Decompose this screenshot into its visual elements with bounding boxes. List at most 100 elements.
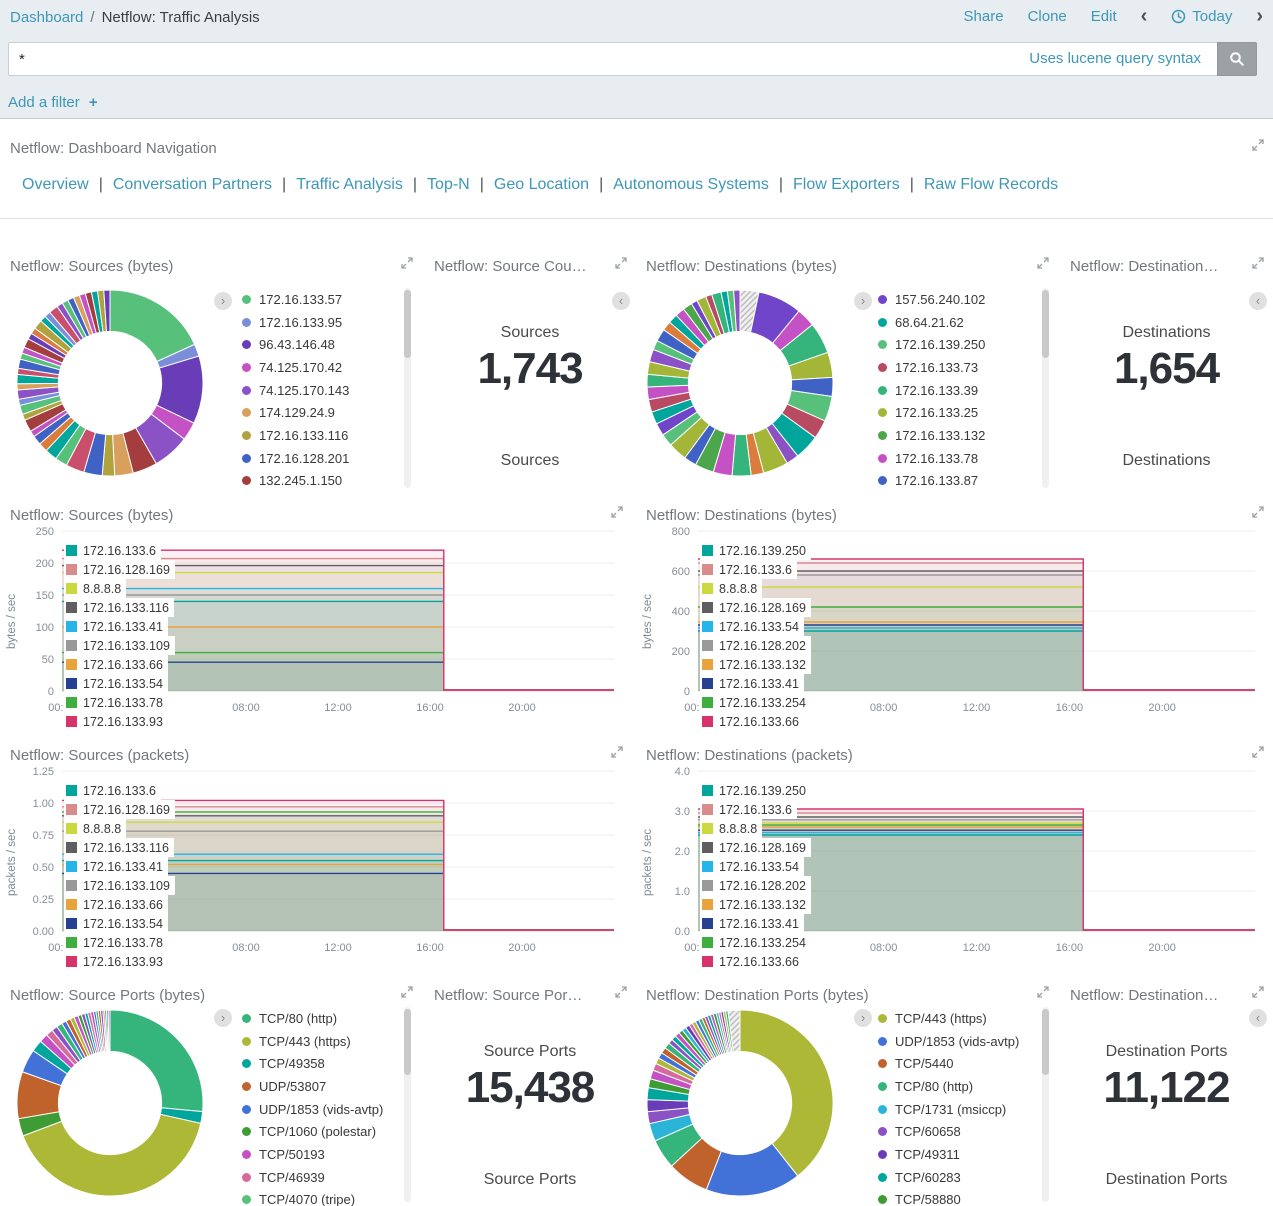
sources-bytes-donut-chart[interactable] (15, 288, 205, 478)
legend-item[interactable]: 172.16.133.87 (878, 470, 985, 493)
lucene-hint-link[interactable]: Uses lucene query syntax (1029, 50, 1201, 67)
destination-ports-donut-chart[interactable] (645, 1008, 835, 1198)
legend-chevron-icon[interactable]: › (214, 292, 232, 310)
legend-item[interactable]: 172.16.133.254 (700, 933, 811, 952)
legend-item[interactable]: 172.16.133.116 (242, 424, 349, 447)
legend-item[interactable]: 172.16.128.169 (64, 560, 175, 579)
legend-item[interactable]: 172.16.133.54 (700, 617, 804, 636)
legend-item[interactable]: 172.16.133.66 (64, 655, 168, 674)
legend-item[interactable]: 172.16.133.66 (700, 952, 804, 971)
legend-scrollbar[interactable] (404, 288, 411, 488)
expand-icon[interactable] (615, 257, 627, 269)
legend-scrollbar[interactable] (1042, 288, 1049, 488)
legend-chevron-icon[interactable]: ‹ (1249, 292, 1267, 310)
legend-item[interactable]: 172.16.128.202 (700, 636, 811, 655)
legend-item[interactable]: TCP/4070 (tripe) (242, 1189, 383, 1206)
legend-item[interactable]: 172.16.133.66 (700, 712, 804, 731)
legend-item[interactable]: 172.16.133.25 (878, 401, 985, 424)
legend-item[interactable]: 172.16.133.6 (64, 541, 161, 560)
legend-item[interactable]: 172.16.139.250 (700, 541, 811, 560)
nav-link-autonomous-systems[interactable]: Autonomous Systems (613, 176, 769, 193)
nav-link-traffic-analysis[interactable]: Traffic Analysis (296, 176, 403, 193)
expand-icon[interactable] (401, 257, 413, 269)
legend-chevron-icon[interactable]: ‹ (1249, 1009, 1267, 1027)
legend-item[interactable]: 172.16.128.201 (242, 447, 349, 470)
nav-link-top-n[interactable]: Top-N (427, 176, 470, 193)
time-back-icon[interactable]: ‹ (1141, 7, 1148, 25)
legend-item[interactable]: 172.16.133.6 (700, 800, 797, 819)
expand-icon[interactable] (1252, 139, 1264, 151)
legend-item[interactable]: TCP/1060 (polestar) (242, 1120, 383, 1143)
legend-item[interactable]: 172.16.133.132 (878, 424, 985, 447)
add-filter-plus-icon[interactable]: + (89, 94, 98, 111)
legend-chevron-icon[interactable]: › (214, 1009, 232, 1027)
breadcrumb-dashboard-link[interactable]: Dashboard (10, 9, 83, 26)
legend-item[interactable]: 172.16.133.54 (64, 674, 168, 693)
legend-item[interactable]: 68.64.21.62 (878, 311, 985, 334)
legend-item[interactable]: 172.16.133.41 (700, 914, 804, 933)
legend-item[interactable]: 172.16.139.250 (700, 781, 811, 800)
legend-item[interactable]: TCP/49358 (242, 1052, 383, 1075)
legend-item[interactable]: 8.8.8.8 (64, 819, 126, 838)
legend-item[interactable]: 172.16.133.41 (64, 617, 168, 636)
legend-item[interactable]: UDP/1853 (vids-avtp) (878, 1030, 1019, 1053)
legend-item[interactable]: 132.245.1.150 (242, 470, 349, 493)
clone-button[interactable]: Clone (1028, 8, 1067, 25)
legend-item[interactable]: TCP/80 (http) (242, 1007, 383, 1030)
legend-item[interactable]: 172.16.133.254 (700, 693, 811, 712)
expand-icon[interactable] (401, 986, 413, 998)
legend-item[interactable]: 172.16.133.57 (242, 288, 349, 311)
legend-item[interactable]: 157.56.240.102 (878, 288, 985, 311)
legend-item[interactable]: TCP/80 (http) (878, 1075, 1019, 1098)
expand-icon[interactable] (1252, 746, 1264, 758)
legend-chevron-icon[interactable]: › (854, 1009, 872, 1027)
legend-chevron-icon[interactable]: › (854, 292, 872, 310)
legend-item[interactable]: 172.16.133.6 (700, 560, 797, 579)
legend-item[interactable]: TCP/46939 (242, 1166, 383, 1189)
legend-item[interactable]: UDP/1853 (vids-avtp) (242, 1098, 383, 1121)
legend-item[interactable]: 174.129.24.9 (242, 401, 349, 424)
legend-item[interactable]: TCP/50193 (242, 1143, 383, 1166)
add-filter-link[interactable]: Add a filter (8, 94, 80, 111)
legend-chevron-icon[interactable]: ‹ (612, 292, 630, 310)
legend-scrollbar[interactable] (404, 1007, 411, 1202)
legend-item[interactable]: TCP/58880 (878, 1189, 1019, 1206)
legend-item[interactable]: 172.16.133.132 (700, 655, 811, 674)
legend-scrollbar[interactable] (1042, 1007, 1049, 1202)
legend-item[interactable]: TCP/443 (https) (878, 1007, 1019, 1030)
legend-item[interactable]: 8.8.8.8 (700, 819, 762, 838)
destinations-bytes-donut-chart[interactable] (645, 288, 835, 478)
nav-link-flow-exporters[interactable]: Flow Exporters (793, 176, 900, 193)
legend-item[interactable]: 74.125.170.42 (242, 356, 349, 379)
legend-item[interactable]: 172.16.133.54 (64, 914, 168, 933)
legend-item[interactable]: 172.16.139.250 (878, 333, 985, 356)
legend-item[interactable]: 172.16.128.169 (64, 800, 175, 819)
expand-icon[interactable] (1252, 986, 1264, 998)
legend-item[interactable]: TCP/1731 (msiccp) (878, 1098, 1019, 1121)
legend-item[interactable]: TCP/60658 (878, 1120, 1019, 1143)
time-picker-button[interactable]: Today (1171, 8, 1232, 25)
expand-icon[interactable] (615, 986, 627, 998)
legend-item[interactable]: 172.16.133.41 (700, 674, 804, 693)
legend-item[interactable]: 8.8.8.8 (64, 579, 126, 598)
legend-item[interactable]: 172.16.133.73 (878, 356, 985, 379)
legend-item[interactable]: 172.16.133.132 (700, 895, 811, 914)
nav-link-conversation-partners[interactable]: Conversation Partners (113, 176, 272, 193)
legend-item[interactable]: 74.125.170.143 (242, 379, 349, 402)
legend-item[interactable]: 172.16.133.39 (878, 379, 985, 402)
legend-item[interactable]: 172.16.133.6 (64, 781, 161, 800)
source-ports-donut-chart[interactable] (15, 1008, 205, 1198)
legend-item[interactable]: 172.16.133.78 (878, 447, 985, 470)
nav-link-raw-flow-records[interactable]: Raw Flow Records (924, 176, 1058, 193)
legend-item[interactable]: TCP/60283 (878, 1166, 1019, 1189)
legend-item[interactable]: UDP/53807 (242, 1075, 383, 1098)
expand-icon[interactable] (611, 506, 623, 518)
legend-item[interactable]: 172.16.133.116 (64, 838, 174, 857)
expand-icon[interactable] (1252, 506, 1264, 518)
legend-item[interactable]: 96.43.146.48 (242, 333, 349, 356)
legend-item[interactable]: 172.16.133.66 (64, 895, 168, 914)
legend-item[interactable]: 172.16.133.109 (64, 876, 175, 895)
edit-button[interactable]: Edit (1091, 8, 1117, 25)
legend-item[interactable]: 172.16.133.95 (242, 311, 349, 334)
legend-item[interactable]: 172.16.133.93 (64, 712, 168, 731)
